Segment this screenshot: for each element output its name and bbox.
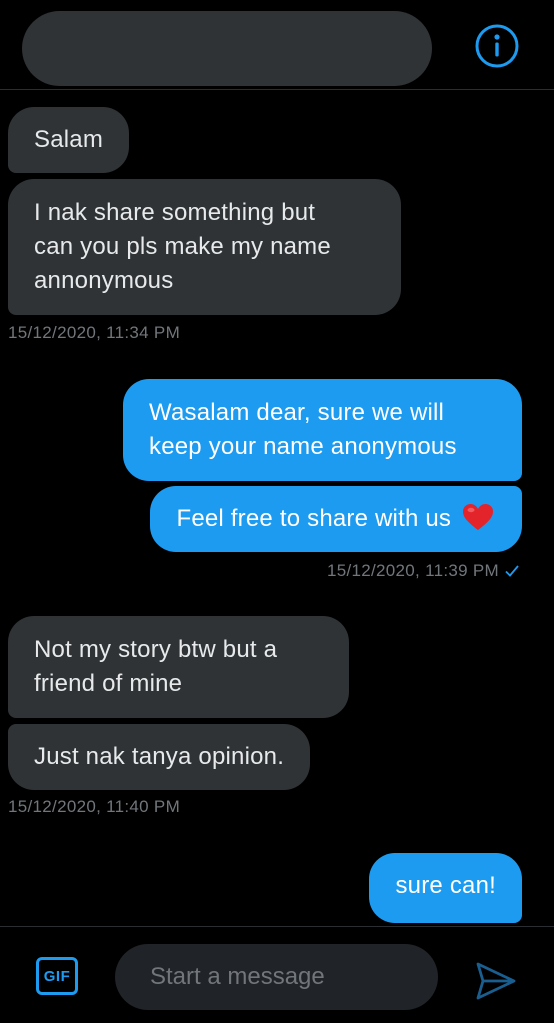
message-input[interactable]: Start a message (115, 944, 438, 1010)
message-timestamp: 15/12/2020, 11:34 PM (8, 323, 181, 342)
outgoing-message[interactable]: Feel free to share with us (150, 486, 522, 552)
message-line: can you pls make my name (34, 233, 331, 260)
message-text: Salam (34, 126, 104, 153)
message-line: keep your name anonymous (149, 433, 457, 460)
message-line: I nak share something but (34, 199, 316, 226)
gif-button[interactable]: GIF (36, 957, 78, 995)
incoming-message[interactable]: Not my story btw but a friend of mine (8, 616, 349, 718)
message-text: sure can! (395, 872, 496, 899)
incoming-message[interactable]: I nak share something but can you pls ma… (8, 179, 401, 315)
message-timestamp: 15/12/2020, 11:40 PM (8, 797, 181, 816)
check-icon (505, 565, 519, 577)
message-line: friend of mine (34, 670, 183, 697)
info-button[interactable] (474, 23, 520, 69)
message-text: Just nak tanya opinion. (34, 743, 285, 770)
timestamp-text: 15/12/2020, 11:39 PM (326, 561, 499, 580)
send-button[interactable] (474, 959, 518, 1003)
message-composer: GIF Start a message (0, 926, 554, 1023)
message-input-placeholder: Start a message (150, 963, 325, 990)
info-circle-icon (475, 24, 519, 68)
message-list[interactable]: Salam I nak share something but can you … (0, 90, 554, 926)
red-heart-emoji (463, 504, 493, 530)
conversation-name-redacted (22, 11, 432, 86)
message-line: Not my story btw but a (34, 636, 278, 663)
incoming-message[interactable]: Salam (8, 107, 130, 173)
message-text: Feel free to share with us (176, 505, 452, 532)
gif-label: GIF (43, 967, 71, 985)
message-timestamp: 15/12/2020, 11:39 PM (327, 561, 519, 581)
outgoing-message[interactable]: Wasalam dear, sure we will keep your nam… (123, 379, 522, 481)
send-icon (476, 962, 516, 1000)
conversation-header (0, 0, 554, 90)
outgoing-message[interactable]: sure can! (369, 853, 522, 923)
incoming-message[interactable]: Just nak tanya opinion. (8, 724, 311, 790)
message-line: annonymous (34, 267, 174, 294)
message-line: Wasalam dear, sure we will (149, 399, 445, 426)
